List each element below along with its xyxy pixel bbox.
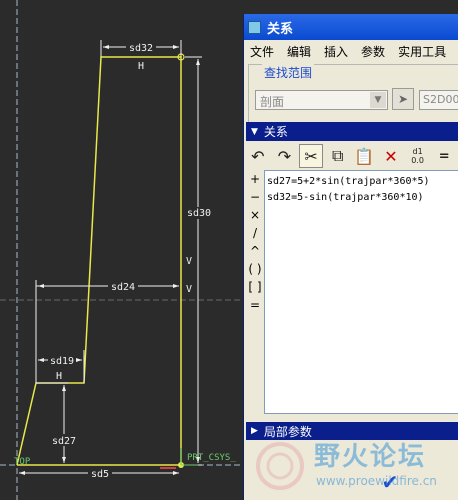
op-power[interactable]: ^ [246,242,264,260]
equals-icon[interactable]: = [432,144,456,168]
op-divide[interactable]: / [246,224,264,242]
relations-toolbar: ↶ ↷ ✂ ⧉ 📋 ✕ d1 0.0 = [246,143,458,169]
local-params-section-header[interactable]: ▶ 局部参数 [246,422,458,440]
dim-sd27[interactable]: sd27 [52,436,76,447]
dim-sd19[interactable]: sd19 [50,356,74,367]
op-minus[interactable]: − [246,188,264,206]
dropdown-arrow-icon[interactable]: ▼ [370,92,386,108]
cut-icon[interactable]: ✂ [299,144,323,168]
switch-dims-top: d1 [412,147,423,156]
menu-parameters[interactable]: 参数 [361,43,385,60]
datum-top-label: TOP [14,457,31,467]
constraint-v-1: V [186,256,192,267]
csys-label: PRT_CSYS_ [187,453,236,463]
relations-editor[interactable]: sd27=5+2*sin(trajpar*360*5) sd32=5-sin(t… [264,170,458,414]
dialog-titlebar[interactable]: 关系 [244,14,458,40]
dialog-title: 关系 [267,21,294,37]
op-brackets[interactable]: [ ] [246,278,264,296]
scope-type-select[interactable]: 剖面 ▼ [255,90,388,110]
op-multiply[interactable]: × [246,206,264,224]
dim-sd24[interactable]: sd24 [111,282,135,293]
switch-dims-bottom: 0.0 [411,156,424,165]
lookup-scope-group: 查找范围 剖面 ▼ ➤ S2D0000 [248,64,458,128]
relations-section-label: 关系 [263,125,288,139]
menu-utilities[interactable]: 实用工具 [398,43,446,60]
menu-bar: 文件 编辑 插入 参数 实用工具 显 [244,40,458,62]
menu-file[interactable]: 文件 [250,43,274,60]
undo-icon[interactable]: ↶ [246,144,270,168]
op-plus[interactable]: + [246,170,264,188]
operator-column: + − × / ^ ( ) [ ] = [246,170,264,314]
relation-line[interactable]: sd27=5+2*sin(trajpar*360*5) [267,174,457,190]
op-equals[interactable]: = [246,296,264,314]
relations-dialog: 关系 文件 编辑 插入 参数 实用工具 显 查找范围 剖面 ▼ ➤ S2D000… [243,14,458,500]
app-icon [248,20,261,34]
paste-icon[interactable]: 📋 [353,144,377,168]
dim-sd32[interactable]: sd32 [129,43,153,54]
scope-type-value: 剖面 [260,95,285,109]
relations-section-header[interactable]: ▼ 关系 [246,122,458,141]
relation-line[interactable]: sd32=5-sin(trajpar*360*10) [267,190,457,206]
local-params-label: 局部参数 [263,424,312,439]
delete-icon[interactable]: ✕ [379,144,403,168]
constraint-h-top: H [138,61,144,72]
section-name-field[interactable]: S2D0000 [419,90,458,110]
dim-sd30[interactable]: sd30 [187,208,211,219]
menu-edit[interactable]: 编辑 [287,43,311,60]
collapse-arrow-icon: ▼ [251,126,258,137]
op-parens[interactable]: ( ) [246,260,264,278]
switch-dims-icon[interactable]: d1 0.0 [406,144,430,168]
menu-insert[interactable]: 插入 [324,43,348,60]
expand-arrow-icon: ▶ [251,426,258,436]
lookup-scope-legend: 查找范围 [262,64,315,81]
dim-sd5[interactable]: sd5 [91,469,109,480]
redo-icon[interactable]: ↷ [273,144,297,168]
select-arrow-icon[interactable]: ➤ [392,88,414,110]
constraint-v-2: V [186,284,192,295]
ok-checkmark-icon[interactable]: ✔ [378,470,402,494]
copy-icon[interactable]: ⧉ [326,144,350,168]
constraint-h-bottom: H [56,371,62,382]
